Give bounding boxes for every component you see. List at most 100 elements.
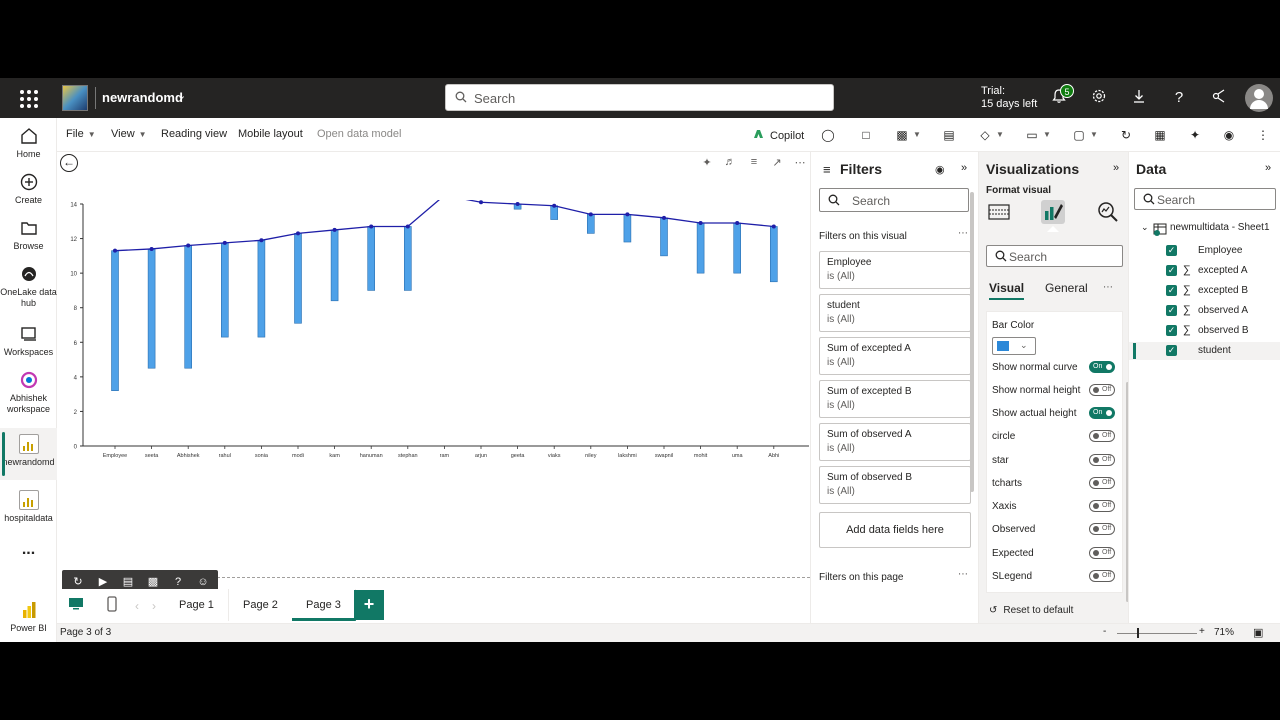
alert-bell-icon[interactable]: ♬ [723, 156, 737, 168]
filter-card-employee[interactable]: Employee is (All) [819, 251, 971, 289]
toggle-switch[interactable]: Off [1089, 454, 1115, 466]
tab-page-2[interactable]: Page 2 [229, 589, 293, 621]
phone-layout-icon[interactable] [105, 595, 119, 616]
nav-newrandomd[interactable]: newrandomd [0, 428, 57, 480]
tab-page-1[interactable]: Page 1 [165, 589, 229, 621]
bar[interactable] [367, 226, 376, 291]
data-point[interactable] [113, 248, 117, 253]
toggle-switch[interactable]: Off [1089, 547, 1115, 559]
bar[interactable] [660, 217, 668, 257]
field-item[interactable]: ✓ Employee [1129, 242, 1280, 260]
smiley-icon[interactable]: ☺ [195, 574, 211, 590]
filters-search-input[interactable]: Search [819, 188, 969, 212]
binoculars-icon[interactable]: ◯ [820, 127, 836, 143]
data-point[interactable] [662, 215, 666, 220]
prev-page-icon[interactable]: ‹ [135, 599, 139, 613]
custom-bar-line-chart[interactable]: 0 2 4 6 8 10 12 14 Employee seeta Abhishek rahul son… [57, 200, 810, 476]
tab-general[interactable]: General [1045, 281, 1088, 295]
help-icon[interactable]: ? [1169, 88, 1189, 108]
bar-color-picker[interactable]: ⌄ [992, 337, 1036, 355]
bar[interactable] [111, 250, 119, 391]
bar[interactable] [769, 226, 778, 283]
filter-card-student[interactable]: student is (All) [819, 294, 971, 332]
download-icon[interactable] [1129, 88, 1149, 108]
build-visual-icon[interactable] [987, 200, 1011, 224]
bar[interactable] [257, 239, 266, 338]
bar[interactable] [221, 242, 229, 338]
data-point[interactable] [405, 224, 410, 229]
collapse-pane-icon[interactable]: » [1113, 162, 1119, 174]
play-icon[interactable]: ▶ [95, 574, 111, 590]
filter-card-observed-b[interactable]: Sum of observed B is (All) [819, 466, 971, 504]
zoom-in-button[interactable]: + [1199, 626, 1205, 637]
avatar[interactable] [1245, 84, 1273, 112]
shapes-icon[interactable]: ◇ ▼ [977, 127, 1004, 143]
more-options-icon[interactable]: ⋯ [958, 569, 969, 580]
filter-icon[interactable]: ≡ [747, 156, 761, 168]
field-item[interactable]: ✓ student [1129, 342, 1280, 360]
tab-visual[interactable]: Visual [989, 281, 1025, 300]
nav-browse[interactable]: Browse [0, 218, 57, 254]
pin-icon[interactable]: ✦ [1187, 127, 1203, 143]
data-point[interactable] [698, 221, 703, 226]
open-data-model-button[interactable]: Open data model [317, 128, 401, 140]
data-point[interactable] [259, 238, 264, 243]
toggle-switch[interactable]: On [1089, 407, 1115, 419]
more-options-icon[interactable]: ⋯ [1103, 282, 1114, 293]
file-menu[interactable]: File ▼ [66, 128, 96, 140]
filters-scrollbar[interactable] [970, 192, 974, 492]
data-point[interactable] [515, 202, 520, 206]
filter-card-excepted-b[interactable]: Sum of excepted B is (All) [819, 380, 971, 418]
more-options-icon[interactable]: ⋮ [1255, 127, 1271, 143]
zoom-slider-thumb[interactable] [1137, 628, 1139, 638]
reading-view-button[interactable]: Reading view [161, 128, 227, 140]
save-icon[interactable]: ▦ [1152, 127, 1168, 143]
toggle-switch[interactable]: Off [1089, 430, 1115, 442]
gear-icon[interactable] [1089, 88, 1109, 108]
data-point[interactable] [771, 224, 776, 229]
tab-page-3[interactable]: Page 3 [292, 589, 356, 621]
toggle-switch[interactable]: Off [1089, 477, 1115, 489]
nav-hospitaldata[interactable]: hospitaldata [0, 490, 57, 526]
help-icon[interactable]: ? [170, 574, 186, 590]
table-node[interactable]: ⌄ newmultidata - Sheet1 [1141, 221, 1280, 239]
data-point[interactable] [186, 243, 191, 248]
pin-visual-icon[interactable]: ✦ [700, 156, 714, 169]
checkbox-checked-icon[interactable]: ✓ [1166, 345, 1177, 356]
teams-icon[interactable]: ◉ [1221, 127, 1237, 143]
data-point[interactable] [588, 212, 593, 217]
analytics-icon[interactable] [1096, 200, 1120, 224]
toggle-switch[interactable]: Off [1089, 500, 1115, 512]
lock-icon[interactable]: ▩ [145, 574, 161, 590]
nav-powerbi[interactable]: Power BI [0, 600, 57, 636]
nav-workspaces[interactable]: Workspaces [0, 324, 57, 360]
view-menu[interactable]: View ▼ [111, 128, 147, 140]
workspace-name[interactable]: newrandomd [102, 90, 183, 105]
bar[interactable] [184, 245, 192, 369]
refresh-icon[interactable]: ↻ [1118, 127, 1134, 143]
bar[interactable] [147, 248, 156, 369]
more-options-icon[interactable]: ⋯ [793, 156, 807, 169]
filter-card-observed-a[interactable]: Sum of observed A is (All) [819, 423, 971, 461]
viz-search-input[interactable]: Search [986, 245, 1123, 267]
data-point[interactable] [222, 240, 227, 245]
data-point[interactable] [149, 246, 154, 251]
data-point[interactable] [296, 231, 300, 236]
table-icon[interactable]: ▤ [120, 574, 136, 590]
edit-icon[interactable]: ▤ [941, 127, 957, 143]
checkbox-checked-icon[interactable]: ✓ [1166, 285, 1177, 296]
comment-icon[interactable]: □ [858, 127, 874, 143]
checkbox-checked-icon[interactable]: ✓ [1166, 265, 1177, 276]
global-search-input[interactable]: Search [445, 84, 834, 111]
more-options-icon[interactable]: ⋯ [958, 228, 969, 239]
bar[interactable] [696, 222, 705, 274]
bar[interactable] [403, 226, 412, 291]
app-launcher-icon[interactable] [18, 88, 38, 108]
field-item[interactable]: ✓ ∑ excepted A [1129, 262, 1280, 280]
share-icon[interactable] [1209, 88, 1229, 108]
present-icon[interactable]: ▭ ▼ [1024, 127, 1051, 143]
data-point[interactable] [625, 212, 630, 217]
reset-to-default-button[interactable]: ↺ Reset to default [989, 605, 1073, 616]
checkbox-checked-icon[interactable]: ✓ [1166, 305, 1177, 316]
toggle-switch[interactable]: On [1089, 361, 1115, 373]
